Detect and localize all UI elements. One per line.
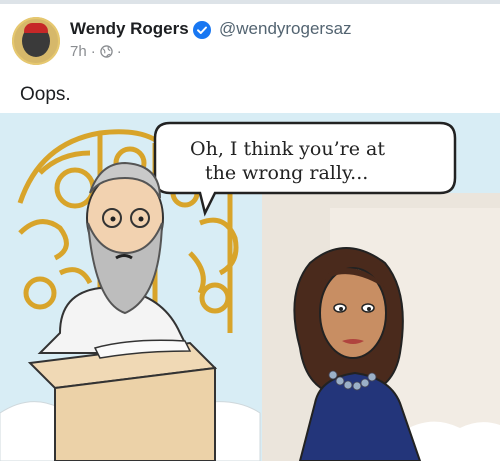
avatar-ring <box>12 17 60 65</box>
meta-separator: · <box>90 43 96 60</box>
post-text: Oops. <box>20 84 71 105</box>
post-meta: 7h · · <box>70 43 122 60</box>
post-time[interactable]: 7h <box>70 43 87 60</box>
meta-separator-2: · <box>116 43 122 60</box>
comic-image[interactable]: Oh, I think you’re at the wrong rally... <box>0 113 500 461</box>
author-name[interactable]: Wendy Rogers <box>70 19 189 39</box>
author-avatar[interactable] <box>12 17 60 65</box>
author-handle[interactable]: @wendyrogersaz <box>219 19 352 39</box>
speech-line-2: the wrong rally... <box>205 162 368 184</box>
verified-badge-icon <box>193 21 211 39</box>
globe-icon <box>99 45 113 58</box>
top-divider <box>0 0 500 4</box>
speech-line-1: Oh, I think you’re at <box>190 138 385 160</box>
